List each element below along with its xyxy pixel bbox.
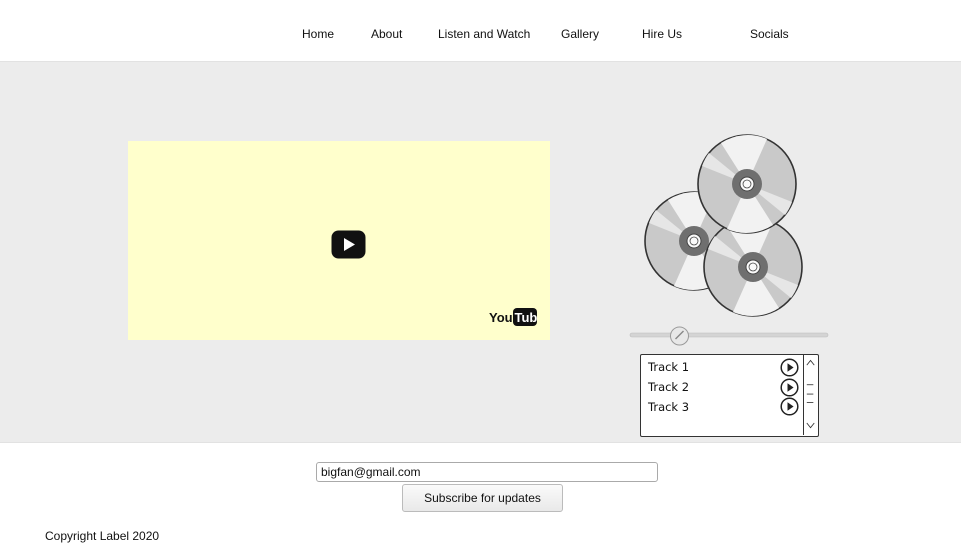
play-icon[interactable] — [331, 230, 366, 259]
youtube-video-embed[interactable]: You Tube — [128, 141, 550, 340]
audio-progress-slider[interactable] — [628, 325, 830, 347]
chevron-down-icon[interactable] — [806, 422, 815, 429]
nav-socials[interactable]: Socials — [750, 27, 789, 41]
slider-thumb[interactable] — [670, 326, 689, 346]
play-icon[interactable] — [780, 378, 799, 397]
copyright-text: Copyright Label 2020 — [45, 529, 160, 543]
chevron-up-icon[interactable] — [806, 359, 815, 366]
track-label-1: Track 1 — [648, 360, 690, 374]
top-navigation: Home About Listen and Watch Gallery Hire… — [0, 0, 961, 61]
nav-listen-and-watch[interactable]: Listen and Watch — [438, 27, 530, 41]
nav-home[interactable]: Home — [302, 27, 334, 41]
playlist-scrollbar[interactable] — [803, 355, 818, 435]
play-icon[interactable] — [780, 358, 799, 377]
cd-disc-icon — [644, 134, 803, 317]
track-label-3: Track 3 — [648, 400, 690, 414]
track-label-2: Track 2 — [648, 380, 690, 394]
play-icon[interactable] — [780, 397, 799, 416]
youtube-logo-you: You — [489, 310, 513, 325]
subscribe-button[interactable]: Subscribe for updates — [402, 484, 563, 512]
track-playlist: Track 1 Track 2 Track 3 — [640, 354, 819, 437]
email-input[interactable] — [316, 462, 658, 482]
nav-gallery[interactable]: Gallery — [561, 27, 599, 41]
youtube-logo[interactable]: You Tube — [488, 306, 538, 328]
nav-about[interactable]: About — [371, 27, 402, 41]
nav-hire-us[interactable]: Hire Us — [642, 27, 682, 41]
youtube-logo-tube: Tube — [515, 310, 539, 325]
